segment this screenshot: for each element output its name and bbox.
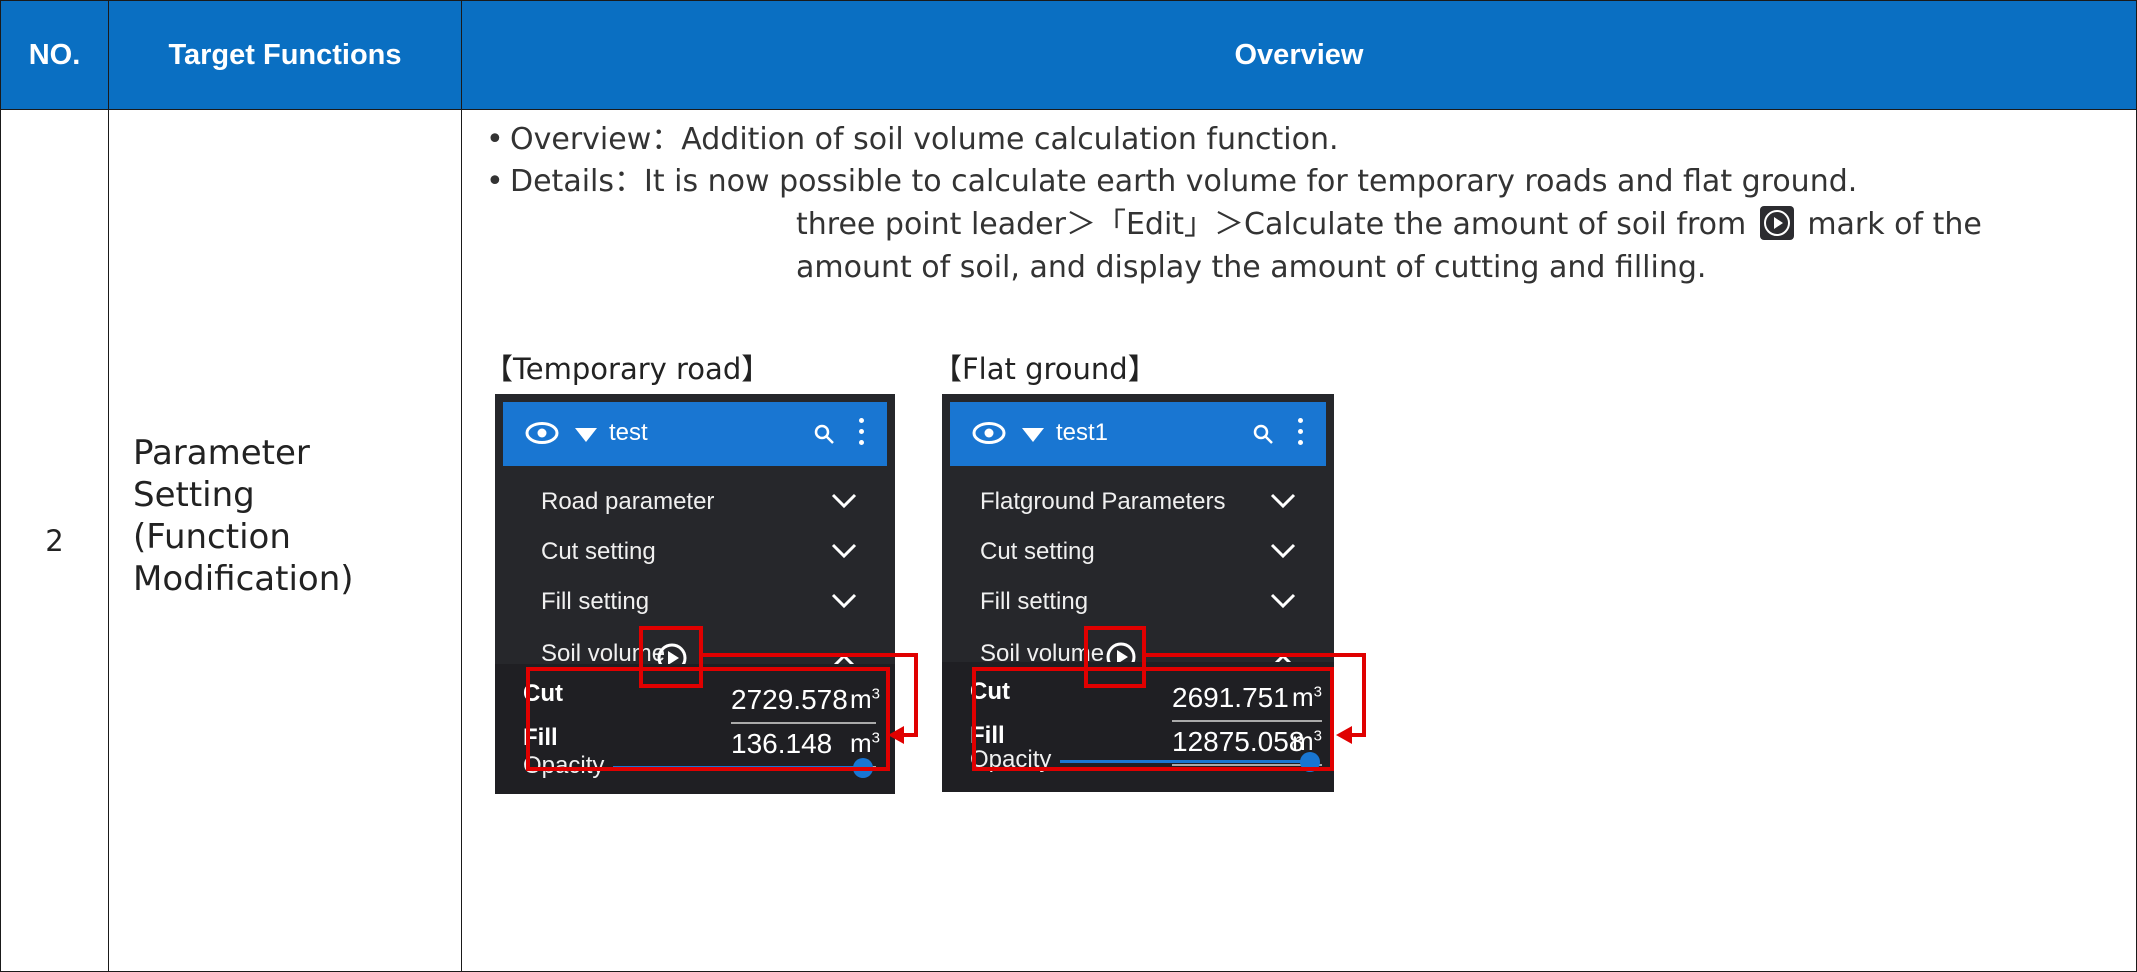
- eye-icon[interactable]: [972, 421, 1006, 445]
- highlight-volume-results-1: [526, 667, 890, 771]
- target-line-1: Parameter: [133, 432, 310, 473]
- highlight-volume-results-2: [972, 667, 1334, 771]
- target-line-4: Modification): [133, 558, 354, 599]
- chevron-down-icon: [831, 493, 857, 509]
- caret-down-icon[interactable]: [575, 428, 597, 442]
- release-note-table: NO. Target Functions Overview 2 Paramete…: [0, 0, 2137, 972]
- header-no: NO.: [0, 0, 109, 110]
- target-function-cell: Parameter Setting (Function Modification…: [108, 109, 462, 972]
- panel-title-temporary-road: 【Temporary road】: [484, 352, 771, 386]
- chevron-down-icon: [831, 593, 857, 609]
- details-line-3: amount of soil, and display the amount o…: [796, 250, 1707, 285]
- bullet-details: • Details：It is now possible to calculate…: [486, 164, 1858, 199]
- chevron-down-icon: [1270, 593, 1296, 609]
- chevron-down-icon: [1270, 543, 1296, 559]
- target-line-3: (Function: [133, 516, 291, 557]
- caret-down-icon[interactable]: [1022, 428, 1044, 442]
- section-fill-setting[interactable]: Fill setting: [495, 574, 895, 634]
- details-line-2: three point leader＞「Edit」＞Calculate the …: [796, 206, 1982, 242]
- header-target-functions: Target Functions: [108, 0, 462, 110]
- panel-header: test: [503, 402, 887, 466]
- bullet-overview: • Overview：Addition of soil volume calcul…: [486, 122, 1339, 157]
- arrow-head-icon: [1336, 726, 1352, 744]
- panel-title-flat-ground: 【Flat ground】: [933, 352, 1157, 386]
- chevron-down-icon: [1270, 493, 1296, 509]
- layer-name: test1: [1056, 419, 1109, 446]
- arrow-head-icon: [888, 726, 904, 744]
- play-circle-icon: [1759, 206, 1794, 240]
- panel-header: test1: [950, 402, 1326, 466]
- chevron-down-icon: [831, 543, 857, 559]
- target-line-2: Setting: [133, 474, 255, 515]
- header-overview: Overview: [461, 0, 2137, 110]
- layer-name: test: [609, 419, 648, 446]
- row-number: 2: [0, 109, 109, 972]
- more-vert-icon[interactable]: [859, 418, 865, 450]
- more-vert-icon[interactable]: [1298, 418, 1304, 450]
- eye-icon[interactable]: [525, 421, 559, 445]
- overview-cell: • Overview：Addition of soil volume calcul…: [461, 109, 2137, 972]
- search-icon[interactable]: [813, 423, 835, 445]
- section-fill-setting[interactable]: Fill setting: [942, 574, 1334, 634]
- search-icon[interactable]: [1252, 423, 1274, 445]
